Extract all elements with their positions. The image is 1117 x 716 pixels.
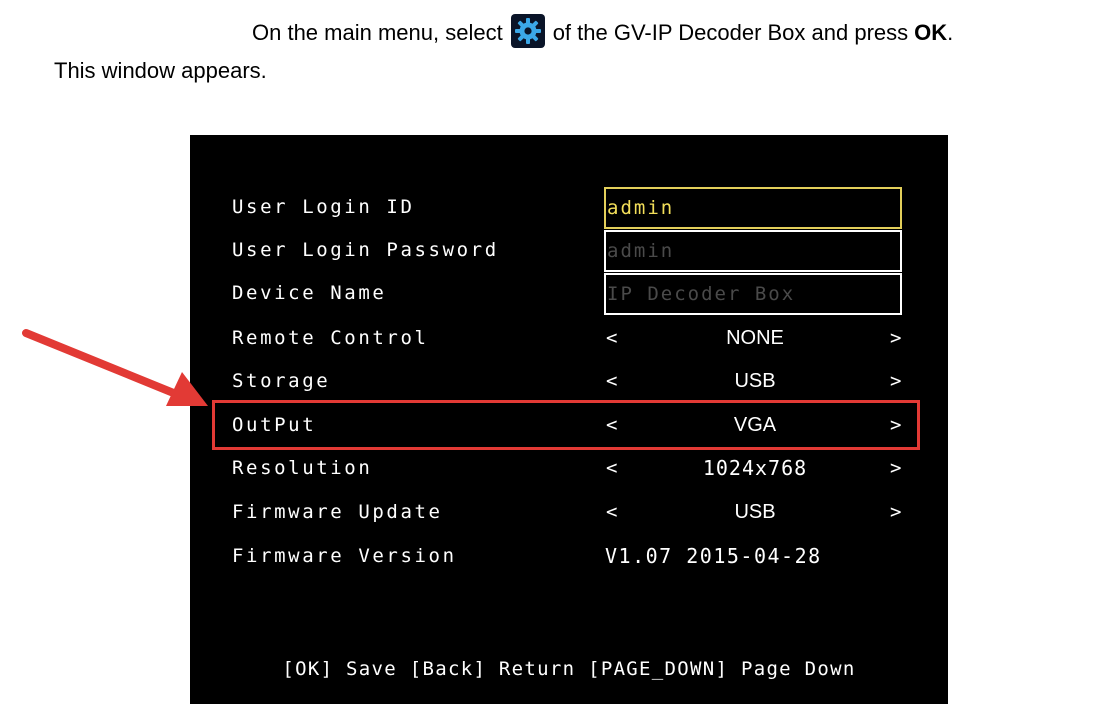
annotation-arrow-icon xyxy=(22,329,208,406)
